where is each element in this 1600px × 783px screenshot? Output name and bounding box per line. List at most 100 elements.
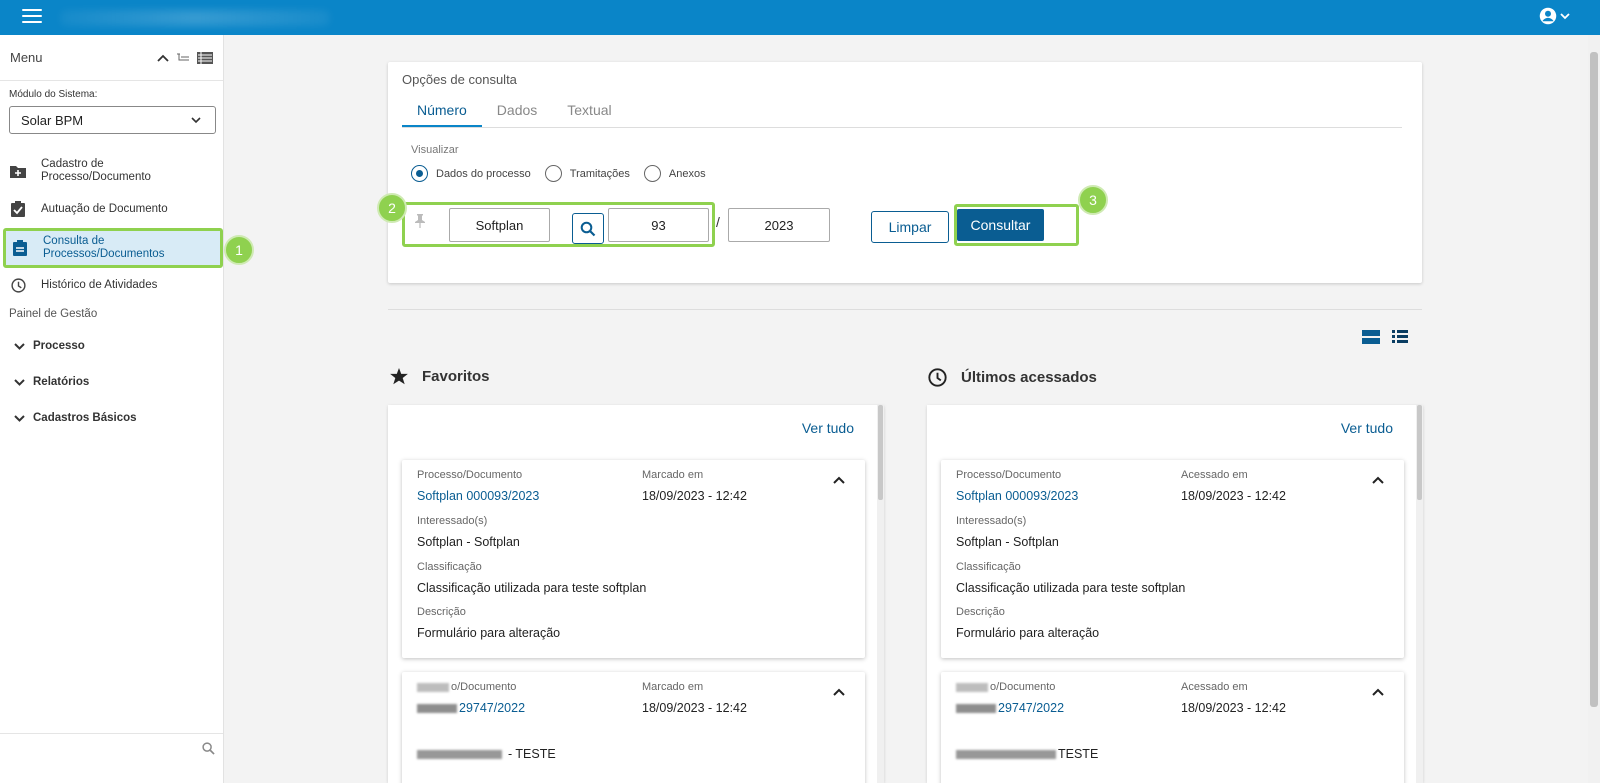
- favoritos-panel: Ver tudo Processo/Documento Softplan 000…: [388, 405, 884, 783]
- ultimos-heading: Últimos acessados: [928, 368, 1097, 387]
- list-view-icon[interactable]: [1392, 330, 1408, 349]
- date-label: Marcado em: [642, 681, 704, 693]
- tree-list-icon[interactable]: [177, 53, 189, 63]
- proc-link[interactable]: Softplan 000093/2023: [956, 489, 1078, 503]
- ver-tudo-link[interactable]: Ver tudo: [802, 420, 854, 436]
- sidebar-item-cadastro[interactable]: Cadastro de Processo/Documento: [0, 152, 223, 190]
- tab-numero[interactable]: Número: [402, 98, 482, 127]
- menu-header: Menu: [0, 35, 223, 81]
- chevron-up-icon[interactable]: [833, 688, 845, 697]
- clipboard-check-icon: [10, 201, 26, 217]
- group-relatorios[interactable]: Relatórios: [0, 364, 223, 400]
- proc-label: o/Documento: [417, 681, 516, 693]
- chevron-up-icon[interactable]: [1372, 688, 1384, 697]
- radio-tramitacoes[interactable]: Tramitações: [544, 165, 630, 182]
- card-view-icon[interactable]: [1362, 330, 1380, 349]
- ultimos-title: Últimos acessados: [961, 369, 1097, 386]
- chevron-up-icon[interactable]: [157, 53, 169, 63]
- favoritos-heading: Favoritos: [390, 368, 490, 385]
- tab-bar: Número Dados Textual: [402, 98, 1402, 128]
- date-value: 18/09/2023 - 12:42: [1181, 489, 1286, 503]
- page-scrollbar[interactable]: [1588, 35, 1600, 783]
- group-label: Cadastros Básicos: [33, 412, 137, 424]
- sidebar-item-label: Consulta de Processos/Documentos: [43, 235, 165, 260]
- proc-link[interactable]: 29747/2022: [956, 701, 1064, 715]
- panel-title: Opções de consulta: [402, 72, 517, 87]
- scrollbar[interactable]: [877, 405, 884, 783]
- proc-link-tail: 29747/2022: [459, 701, 526, 715]
- tab-dados[interactable]: Dados: [482, 98, 552, 127]
- date-label: Marcado em: [642, 469, 704, 481]
- user-menu-button[interactable]: [1539, 7, 1570, 25]
- interessado-value: - TESTE: [417, 747, 556, 761]
- interessado-label: Interessado(s): [417, 515, 488, 527]
- star-icon: [390, 368, 408, 385]
- number-input[interactable]: 93: [608, 208, 709, 242]
- scrollbar[interactable]: [1416, 405, 1423, 783]
- proc-label-tail: o/Documento: [451, 681, 517, 693]
- classificacao-value: Classificação utilizada para teste softp…: [417, 581, 647, 595]
- proc-link[interactable]: 29747/2022: [417, 701, 525, 715]
- descricao-value: Formulário para alteração: [417, 626, 561, 640]
- group-label: Processo: [33, 340, 85, 352]
- radio-label: Tramitações: [569, 167, 630, 180]
- org-input[interactable]: Softplan: [449, 208, 550, 242]
- ultimo-card: Processo/Documento Softplan 000093/2023 …: [941, 460, 1404, 658]
- chevron-down-icon: [191, 117, 201, 124]
- group-processo[interactable]: Processo: [0, 328, 223, 364]
- chevron-up-icon[interactable]: [833, 476, 845, 485]
- group-label: Relatórios: [33, 376, 90, 388]
- date-label: Acessado em: [1181, 681, 1248, 693]
- search-icon: [580, 221, 596, 236]
- group-cadastros-basicos[interactable]: Cadastros Básicos: [0, 400, 223, 436]
- sidebar-item-autuacao[interactable]: Autuação de Documento: [0, 194, 223, 224]
- date-value: 18/09/2023 - 12:42: [642, 489, 747, 503]
- radio-anexos[interactable]: Anexos: [643, 165, 706, 182]
- limpar-button[interactable]: Limpar: [871, 211, 949, 243]
- consulta-panel: Opções de consulta Número Dados Textual …: [388, 62, 1422, 283]
- step-badge-2: 2: [377, 193, 407, 223]
- interessado-tail: TESTE: [1058, 747, 1099, 761]
- clock-icon: [928, 368, 947, 387]
- pin-icon[interactable]: [414, 213, 426, 228]
- menu-title: Menu: [10, 50, 43, 65]
- sidebar-search-input[interactable]: [0, 733, 223, 763]
- proc-label: Processo/Documento: [417, 469, 523, 481]
- chevron-down-icon: [14, 415, 25, 422]
- classificacao-value: Classificação utilizada para teste softp…: [956, 581, 1186, 595]
- sidebar-item-consulta[interactable]: Consulta de Processos/Documentos: [3, 228, 223, 268]
- favorito-card: o/Documento 29747/2022 Marcado em 18/09/…: [402, 672, 865, 783]
- separator-slash: /: [716, 214, 720, 230]
- radio-dados-processo[interactable]: Dados do processo: [411, 165, 531, 182]
- sidebar-item-label: Cadastro de Processo/Documento: [41, 158, 151, 183]
- proc-link[interactable]: Softplan 000093/2023: [417, 489, 539, 503]
- interessado-label: Interessado(s): [956, 515, 1027, 527]
- interessado-value: Softplan - Softplan: [956, 535, 1059, 549]
- top-bar: [0, 0, 1600, 35]
- redacted-logo: [60, 10, 330, 26]
- module-select[interactable]: Solar BPM: [9, 106, 216, 134]
- consultar-button[interactable]: Consultar: [957, 209, 1044, 241]
- date-label: Acessado em: [1181, 469, 1248, 481]
- chevron-down-icon: [1560, 13, 1570, 20]
- tab-textual[interactable]: Textual: [552, 98, 626, 127]
- year-input[interactable]: 2023: [728, 208, 830, 242]
- sidebar-item-historico[interactable]: Histórico de Atividades: [0, 270, 223, 300]
- hamburger-menu-icon[interactable]: [22, 9, 42, 25]
- radio-label: Dados do processo: [436, 167, 531, 180]
- interessado-tail: - TESTE: [508, 747, 556, 761]
- org-search-button[interactable]: [572, 213, 604, 244]
- chevron-up-icon[interactable]: [1372, 476, 1384, 485]
- proc-link-tail: 29747/2022: [998, 701, 1065, 715]
- interessado-value: Softplan - Softplan: [417, 535, 520, 549]
- chevron-down-icon: [14, 343, 25, 350]
- classificacao-label: Classificação: [956, 561, 1021, 573]
- scrollbar-thumb[interactable]: [1590, 52, 1598, 707]
- visualizar-label: Visualizar: [411, 144, 459, 156]
- ver-tudo-link[interactable]: Ver tudo: [1341, 420, 1393, 436]
- clock-icon: [10, 277, 26, 293]
- view-toggle: [1362, 330, 1408, 349]
- list-view-icon[interactable]: [197, 51, 213, 64]
- ultimos-panel: Ver tudo Processo/Documento Softplan 000…: [927, 405, 1423, 783]
- divider: [388, 309, 1422, 310]
